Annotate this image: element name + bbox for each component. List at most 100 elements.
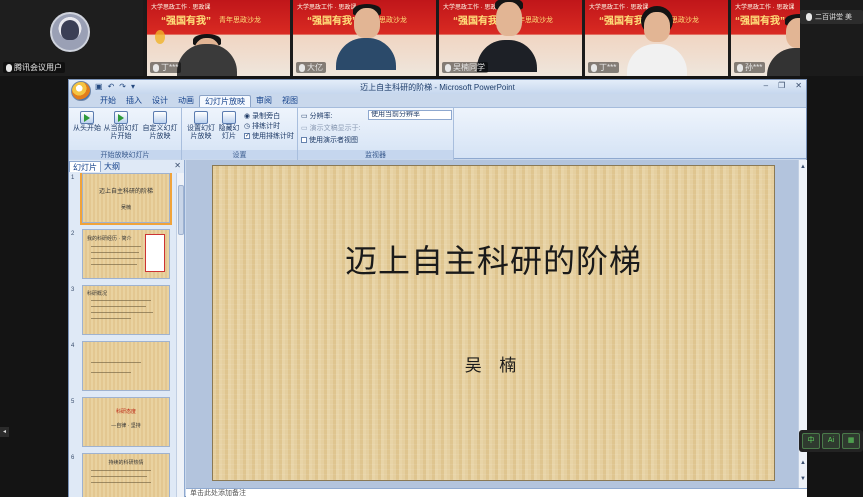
group-label: 设置 [182,150,297,159]
slogan: “强国有我” [735,16,785,27]
thumbnail-scrollbar[interactable] [176,173,184,497]
group-label: 开始放映幻灯片 [69,150,181,159]
participant-label: 孙*** [734,62,766,73]
monitors-group: ▭ 分辨率: 使用当前分辨率 ▭ 演示文稿显示于: 使用演示者视图 监视器 [298,108,454,160]
custom-slideshow-button[interactable]: 自定义幻灯片放映 [141,111,179,141]
list-item[interactable]: 1 迈上自主科研的阶梯 吴楠 [69,173,177,229]
participant-tile[interactable]: 大学思政工作 · 思政课 “强国有我” 青年思政沙龙 大亿 [293,0,436,76]
tab-insert[interactable]: 插入 [121,95,147,107]
slide-title[interactable]: 迈上自主科研的阶梯 [213,236,774,282]
scroll-up-icon[interactable]: ▲ [800,164,806,171]
powerpoint-window: 迈上自主科研的阶梯 - Microsoft PowerPoint ▣ ↶ ↷ ▾… [68,79,807,497]
slides-icon [153,111,167,124]
participant-tile[interactable]: 大学思政工作 · 思政课 “强国有我” 青年思政沙龙 丁*** [147,0,290,76]
monitor-icon: ▭ [301,113,308,120]
participant-label: 丁*** [588,62,620,73]
pane-tabs: 幻灯片 大纲 ✕ [69,161,185,172]
slide-editor: 迈上自主科研的阶梯 吴 楠 [186,160,798,488]
list-item[interactable]: 5 科研态度 —自律 · 坚持 [69,397,177,453]
group-label: 监视器 [298,150,453,159]
list-item[interactable]: 2 我的科研经历 · 简介 [69,229,177,285]
participant-strip: 腾讯会议用户 大学思政工作 · 思政课 “强国有我” 青年思政沙龙 丁*** 大… [0,0,863,76]
from-beginning-button[interactable]: 从头开始 [73,111,101,133]
tab-animations[interactable]: 动画 [173,95,199,107]
microphone-icon [445,63,451,72]
previous-slide-icon[interactable]: ▲ [800,460,806,467]
close-icon[interactable]: ✕ [174,161,181,170]
ribbon: 从头开始 从当前幻灯片开始 自定义幻灯片放映 开始放映幻灯片 设置幻灯片放映 隐… [69,107,806,160]
minimize-button[interactable]: – [764,81,768,90]
participant-tile[interactable]: 大学思政工作 · 思政课 “强国有我” 孙*** [731,0,800,76]
list-item[interactable]: 3 科研概况 [69,285,177,341]
slides-pane: 幻灯片 大纲 ✕ 1 迈上自主科研的阶梯 吴楠 2 我的科研经历 · 简介 3 … [69,160,185,497]
window-controls: – ❐ ✕ [764,81,802,90]
show-on-label: ▭ 演示文稿显示于: [301,125,361,132]
grid-button[interactable]: ▦ [842,433,860,449]
close-button[interactable]: ✕ [795,81,802,90]
slide-thumbnail[interactable]: 我的科研经历 · 简介 [82,229,170,279]
microphone-icon [806,13,812,21]
tab-outline[interactable]: 大纲 [101,161,123,172]
presenter-view-checkbox[interactable]: 使用演示者视图 [301,135,358,145]
customize-qat-icon[interactable]: ▾ [131,82,135,91]
save-icon[interactable]: ▣ [95,82,103,91]
use-timings-checkbox[interactable]: ✓ 使用排练计时 [244,131,294,141]
tab-slides[interactable]: 幻灯片 [69,161,101,172]
avatar [50,12,90,52]
redo-icon[interactable]: ↷ [119,82,126,91]
tab-design[interactable]: 设计 [147,95,173,107]
window-title: 迈上自主科研的阶梯 - Microsoft PowerPoint [360,83,515,92]
slogan-sub: 青年思政沙龙 [219,17,261,24]
slide-thumbnail[interactable]: 迈上自主科研的阶梯 吴楠 [80,173,172,225]
setup-slideshow-button[interactable]: 设置幻灯片放映 [186,111,216,141]
microphone-icon [591,63,597,72]
slide-thumbnail[interactable]: 科研概况 [82,285,170,335]
banner-text: 大学思政工作 · 思政课 [151,5,211,10]
tab-home[interactable]: 开始 [95,95,121,107]
thumbnail-list: 1 迈上自主科研的阶梯 吴楠 2 我的科研经历 · 简介 3 科研概况 4 5 … [69,173,177,497]
slide-author[interactable]: 吴 楠 [213,351,774,376]
participant-label: 吴楠同学 [442,62,488,73]
play-icon [80,111,94,124]
slide-thumbnail[interactable]: 科研态度 —自律 · 坚持 [82,397,170,447]
side-handle-icon[interactable]: ◂ [0,427,9,437]
slogan: “强国有我” [307,16,357,27]
participant-tile[interactable]: 大学思政工作 · 思政课 “强国有我” 青年思政沙龙 丁*** [585,0,728,76]
microphone-icon [299,63,305,72]
tab-view[interactable]: 视图 [277,95,303,107]
tab-review[interactable]: 审阅 [251,95,277,107]
participant-tile[interactable]: 大学思政工作 · 思政课 “强国有我” 青年思政沙龙 吴楠同学 [439,0,582,76]
notes-pane[interactable]: 单击此处添加备注 [186,488,807,497]
participant-label: 腾讯会议用户 [3,62,65,73]
resolution-select[interactable]: 使用当前分辨率 [368,110,452,120]
banner-text: 大学思政工作 · 思政课 [735,5,795,10]
rehearse-timings-button[interactable]: ◷ 排练计时 [244,121,280,131]
hide-slide-icon [222,111,236,124]
camera-tile[interactable]: 二百讲堂 美 [800,10,863,24]
floating-toolbar: 中 Ai ▦ [799,430,863,452]
slogan: “强国有我” [161,16,211,27]
slide-thumbnail[interactable] [82,341,170,391]
record-narration-button[interactable]: ◉ 录制旁白 [244,111,280,121]
title-bar: 迈上自主科研的阶梯 - Microsoft PowerPoint ▣ ↶ ↷ ▾… [69,80,806,94]
microphone-icon [737,63,743,72]
checkbox-checked-icon: ✓ [244,133,251,139]
self-video-tile[interactable]: 腾讯会议用户 [0,0,143,76]
current-slide[interactable]: 迈上自主科研的阶梯 吴 楠 [212,165,775,481]
tab-slide-show[interactable]: 幻灯片放映 [199,95,251,107]
slide-thumbnail[interactable]: 持续的科研热情 [82,453,170,497]
list-item[interactable]: 4 [69,341,177,397]
ai-button[interactable]: Ai [822,433,840,449]
maximize-button[interactable]: ❐ [778,81,785,90]
undo-icon[interactable]: ↶ [108,82,115,91]
list-item[interactable]: 6 持续的科研热情 [69,453,177,497]
hide-slide-button[interactable]: 隐藏幻灯片 [216,111,242,141]
setup-icon [194,111,208,124]
setup-group: 设置幻灯片放映 隐藏幻灯片 ◉ 录制旁白 ◷ 排练计时 ✓ 使用排练计时 设置 [182,108,298,160]
meeting-window: 腾讯会议用户 大学思政工作 · 思政课 “强国有我” 青年思政沙龙 丁*** 大… [0,0,863,497]
next-slide-icon[interactable]: ▼ [800,476,806,483]
office-button-icon[interactable] [71,81,91,101]
input-method-button[interactable]: 中 [802,433,820,449]
thumbnail-image [145,234,165,272]
from-current-slide-button[interactable]: 从当前幻灯片开始 [103,111,139,141]
